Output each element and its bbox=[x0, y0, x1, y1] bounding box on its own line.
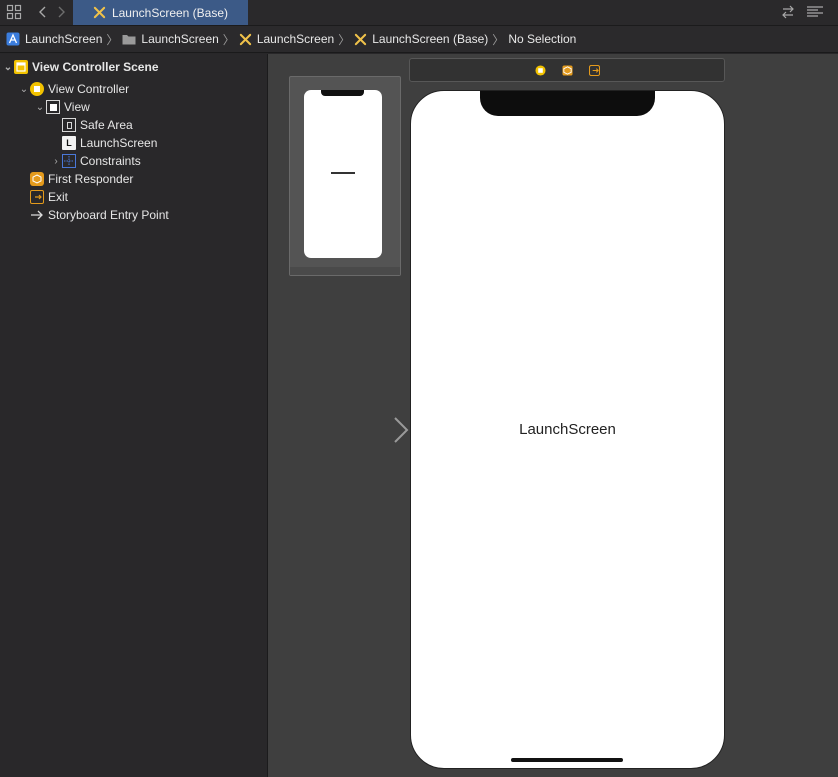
constraints-icon bbox=[62, 154, 76, 168]
xcode-project-icon bbox=[6, 32, 20, 46]
outline-item-scene[interactable]: ⌄ View Controller Scene bbox=[2, 58, 159, 76]
breadcrumb-storyboard-base[interactable]: LaunchScreen (Base) bbox=[354, 32, 488, 46]
disclosure-open-icon[interactable]: ⌄ bbox=[2, 62, 14, 73]
launchscreen-label[interactable]: LaunchScreen bbox=[411, 421, 724, 438]
breadcrumb-label: LaunchScreen bbox=[25, 32, 103, 46]
storyboard-canvas[interactable]: LaunchScreen bbox=[268, 54, 838, 777]
breadcrumb-label: No Selection bbox=[508, 32, 577, 46]
first-responder-icon[interactable] bbox=[561, 64, 573, 76]
folder-icon bbox=[122, 35, 136, 45]
label-icon: L bbox=[62, 136, 76, 150]
chevron-right-icon: 〉 bbox=[222, 32, 235, 47]
outline-label: View bbox=[64, 100, 90, 114]
outline-label: Storyboard Entry Point bbox=[48, 208, 169, 222]
outline-label: Constraints bbox=[80, 154, 141, 168]
tab-launchscreen-base[interactable]: LaunchScreen (Base) bbox=[73, 0, 248, 25]
chevron-right-icon: 〉 bbox=[492, 32, 505, 47]
back-chevron-icon[interactable] bbox=[35, 4, 51, 20]
outline-item-exit[interactable]: Exit bbox=[30, 188, 68, 206]
grid-icon[interactable] bbox=[6, 4, 22, 20]
outline-item-entry-point[interactable]: Storyboard Entry Point bbox=[30, 206, 169, 224]
outline-item-first-responder[interactable]: First Responder bbox=[30, 170, 133, 188]
breadcrumb-label: LaunchScreen bbox=[141, 32, 219, 46]
outline-label: LaunchScreen bbox=[80, 136, 158, 150]
outline-item-view[interactable]: ⌄ View bbox=[34, 98, 90, 116]
entry-point-arrow-icon[interactable] bbox=[335, 416, 409, 444]
chevron-right-icon: 〉 bbox=[106, 32, 119, 47]
chevron-right-icon: 〉 bbox=[338, 32, 351, 47]
outline-label: Exit bbox=[48, 190, 69, 204]
tab-bar: LaunchScreen (Base) bbox=[0, 0, 838, 26]
scene-icon bbox=[14, 60, 28, 74]
outline-label: Safe Area bbox=[80, 118, 133, 132]
safe-area-icon bbox=[62, 118, 76, 132]
breadcrumb-project[interactable]: LaunchScreen bbox=[6, 32, 102, 46]
breadcrumb-folder[interactable]: LaunchScreen bbox=[122, 32, 219, 46]
storyboard-icon bbox=[93, 6, 106, 19]
breadcrumb-label: LaunchScreen bbox=[256, 32, 335, 46]
minimap-phone bbox=[304, 90, 382, 258]
storyboard-icon bbox=[239, 33, 251, 45]
outline-item-launchscreen-label[interactable]: L LaunchScreen bbox=[62, 134, 157, 152]
breadcrumb: LaunchScreen 〉 LaunchScreen 〉 LaunchScre… bbox=[0, 26, 838, 53]
storyboard-icon bbox=[355, 33, 367, 45]
editor-options-icon[interactable] bbox=[806, 4, 824, 20]
arrow-right-icon bbox=[30, 208, 44, 222]
tab-label: LaunchScreen (Base) bbox=[111, 5, 229, 20]
canvas-minimap[interactable] bbox=[289, 76, 401, 276]
exit-icon[interactable] bbox=[588, 64, 600, 76]
forward-chevron-icon[interactable] bbox=[53, 4, 69, 20]
disclosure-closed-icon[interactable]: › bbox=[50, 156, 62, 167]
exit-icon bbox=[30, 190, 44, 204]
breadcrumb-storyboard[interactable]: LaunchScreen bbox=[239, 32, 334, 46]
swap-arrows-icon[interactable] bbox=[780, 4, 796, 20]
minimap-label bbox=[331, 172, 355, 174]
view-controller-icon bbox=[30, 82, 44, 96]
disclosure-open-icon[interactable]: ⌄ bbox=[18, 84, 30, 95]
disclosure-open-icon[interactable]: ⌄ bbox=[34, 102, 46, 113]
view-controller-canvas[interactable]: LaunchScreen bbox=[410, 90, 725, 769]
outline-item-constraints[interactable]: › Constraints bbox=[50, 152, 141, 170]
outline-label: View Controller Scene bbox=[32, 60, 159, 74]
outline-item-view-controller[interactable]: ⌄ View Controller bbox=[18, 80, 129, 98]
minimap-notch bbox=[321, 90, 364, 96]
view-controller-icon[interactable] bbox=[534, 64, 546, 76]
home-indicator bbox=[511, 758, 623, 762]
breadcrumb-label: LaunchScreen (Base) bbox=[372, 32, 489, 46]
device-notch bbox=[480, 91, 655, 116]
outline-label: First Responder bbox=[48, 172, 134, 186]
scene-dock bbox=[409, 58, 725, 82]
first-responder-icon bbox=[30, 172, 44, 186]
minimap-footer bbox=[290, 267, 400, 275]
view-icon bbox=[46, 100, 60, 114]
outline-label: View Controller bbox=[48, 82, 130, 96]
breadcrumb-selection[interactable]: No Selection bbox=[508, 32, 576, 46]
document-outline: ⌄ View Controller Scene ⌄ View Controlle… bbox=[0, 54, 268, 777]
outline-item-safe-area[interactable]: Safe Area bbox=[62, 116, 133, 134]
